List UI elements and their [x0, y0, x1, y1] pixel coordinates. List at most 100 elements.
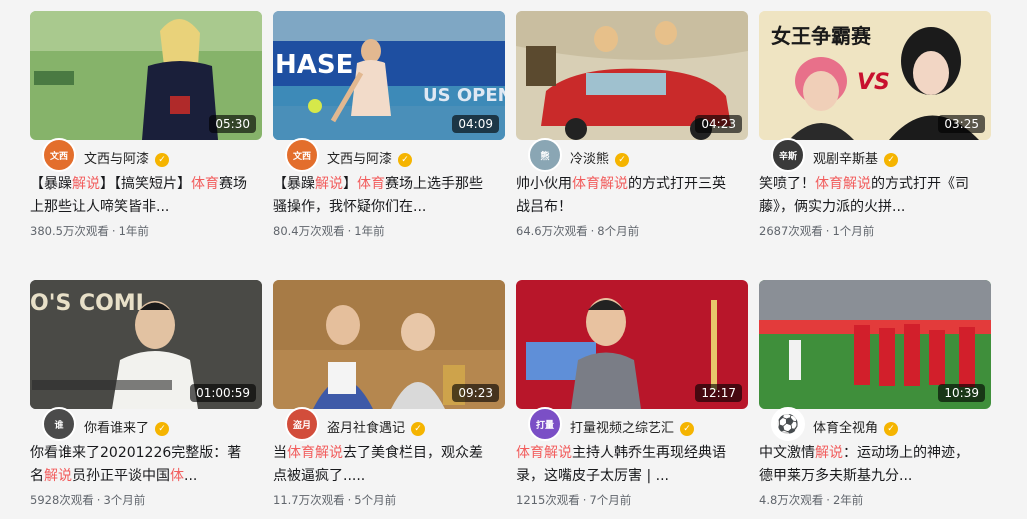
- author-name[interactable]: 观剧辛斯基 ✓: [813, 148, 899, 167]
- title-highlight: 体育解说: [815, 176, 871, 192]
- video-title[interactable]: 笑喷了！体育解说的方式打开《司藤》，俩实力派的火拼...: [759, 173, 979, 219]
- video-stats: 380.5万次观看 · 1年前: [30, 224, 149, 238]
- verified-badge-icon: ✓: [884, 153, 899, 167]
- video-title[interactable]: 你看谁来了20201226完整版：著名解说员孙正平谈中国体...: [30, 442, 250, 488]
- author-name[interactable]: 文西与阿漆 ✓: [327, 148, 413, 167]
- video-card[interactable]: 女王争霸赛 VS 03:25 辛斯 观剧辛斯基 ✓ 笑喷了！体育解说的方式打开《司…: [759, 11, 991, 238]
- author-label: 打量视频之综艺汇: [570, 421, 675, 436]
- title-highlight: 体育: [357, 176, 385, 192]
- author-name[interactable]: 冷淡熊 ✓: [570, 148, 630, 167]
- avatar[interactable]: 谁: [42, 407, 76, 441]
- title-highlight: 体育解说: [572, 176, 628, 192]
- video-thumbnail[interactable]: 10:39: [759, 280, 991, 409]
- video-thumbnail[interactable]: O'S COMI 01:00:59: [30, 280, 262, 409]
- publish-time: 7个月前: [589, 493, 632, 507]
- author-label: 你看谁来了: [84, 421, 150, 436]
- video-thumbnail[interactable]: 女王争霸赛 VS 03:25: [759, 11, 991, 140]
- view-count: 80.4万次观看: [273, 224, 345, 238]
- author-label: 冷淡熊: [570, 152, 610, 167]
- author-label: 文西与阿漆: [327, 152, 393, 167]
- avatar[interactable]: 打量: [528, 407, 562, 441]
- publish-time: 8个月前: [597, 224, 640, 238]
- verified-badge-icon: ✓: [680, 422, 695, 436]
- video-title[interactable]: 【暴躁解说】体育赛场上选手那些骚操作，我怀疑你们在...: [273, 173, 493, 219]
- video-duration: 04:09: [452, 115, 499, 133]
- video-title[interactable]: 当体育解说去了美食栏目，观众差点被逼疯了.....: [273, 442, 493, 488]
- view-count: 2687次观看: [759, 224, 823, 238]
- video-title[interactable]: 中文激情解说：运动场上的神迹，德甲莱万多夫斯基九分...: [759, 442, 979, 488]
- title-segment: 】: [343, 176, 357, 192]
- author-label: 观剧辛斯基: [813, 152, 879, 167]
- thumbnail-text: 女王争霸赛: [771, 24, 872, 48]
- video-card[interactable]: HASE US OPEN 04:09 文西 文西与阿漆 ✓ 【暴躁解说】体育赛场上…: [273, 11, 505, 238]
- title-highlight: 解说: [44, 468, 72, 484]
- title-segment: 】【搞笑短片】: [100, 176, 191, 192]
- video-card[interactable]: 12:17 打量 打量视频之综艺汇 ✓ 体育解说主持人韩乔生再现经典语录，这嘴皮子…: [516, 280, 748, 507]
- avatar-label: 文西: [292, 151, 311, 162]
- video-duration: 10:39: [938, 384, 985, 402]
- publish-time: 1个月前: [832, 224, 875, 238]
- title-highlight: 体育: [191, 176, 219, 192]
- video-duration: 03:25: [938, 115, 985, 133]
- view-count: 5928次观看: [30, 493, 94, 507]
- avatar[interactable]: 熊: [528, 138, 562, 172]
- avatar[interactable]: 辛斯: [771, 138, 805, 172]
- author-label: 体育全视角: [813, 421, 879, 436]
- view-count: 64.6万次观看: [516, 224, 588, 238]
- video-stats: 4.8万次观看 · 2年前: [759, 493, 864, 507]
- author-name[interactable]: 打量视频之综艺汇 ✓: [570, 417, 695, 436]
- thumbnail-text: US OPEN: [423, 85, 505, 106]
- view-count: 11.7万次观看: [273, 493, 345, 507]
- video-title[interactable]: 帅小伙用体育解说的方式打开三英战吕布！: [516, 173, 736, 219]
- verified-badge-icon: ✓: [615, 153, 630, 167]
- author-name[interactable]: 文西与阿漆 ✓: [84, 148, 170, 167]
- view-count: 1215次观看: [516, 493, 580, 507]
- soccer-ball-icon: ⚽: [776, 413, 800, 435]
- video-card[interactable]: 10:39 ⚽ 体育全视角 ✓ 中文激情解说：运动场上的神迹，德甲莱万多夫斯基九分…: [759, 280, 991, 507]
- title-segment: 中文激情: [759, 445, 815, 461]
- video-duration: 05:30: [209, 115, 256, 133]
- video-card[interactable]: 04:23 熊 冷淡熊 ✓ 帅小伙用体育解说的方式打开三英战吕布！ 64.6万次观…: [516, 11, 748, 238]
- video-title[interactable]: 【暴躁解说】【搞笑短片】体育赛场上那些让人啼笑皆非...: [30, 173, 250, 219]
- title-segment: 帅小伙用: [516, 176, 572, 192]
- video-duration: 01:00:59: [190, 384, 256, 402]
- video-title[interactable]: 体育解说主持人韩乔生再现经典语录，这嘴皮子太厉害 | ...: [516, 442, 736, 488]
- publish-time: 1年前: [118, 224, 149, 238]
- view-count: 4.8万次观看: [759, 493, 824, 507]
- publish-time: 2年前: [832, 493, 864, 507]
- title-highlight: 解说: [815, 445, 843, 461]
- author-name[interactable]: 体育全视角 ✓: [813, 417, 899, 436]
- verified-badge-icon: ✓: [398, 153, 413, 167]
- title-highlight: 解说: [72, 176, 100, 192]
- title-segment: 当: [273, 445, 287, 461]
- avatar[interactable]: 文西: [42, 138, 76, 172]
- video-thumbnail[interactable]: HASE US OPEN 04:09: [273, 11, 505, 140]
- publish-time: 1年前: [354, 224, 385, 238]
- title-segment: 【暴躁: [273, 176, 315, 192]
- avatar-label: 打量: [535, 420, 554, 431]
- video-thumbnail[interactable]: 09:23: [273, 280, 505, 409]
- title-highlight: 体育解说: [287, 445, 343, 461]
- video-thumbnail[interactable]: 05:30: [30, 11, 262, 140]
- avatar[interactable]: ⚽: [771, 407, 805, 441]
- thumbnail-text: VS: [857, 70, 890, 95]
- video-stats: 80.4万次观看 · 1年前: [273, 224, 385, 238]
- video-stats: 1215次观看 · 7个月前: [516, 493, 632, 507]
- avatar[interactable]: 文西: [285, 138, 319, 172]
- thumbnail-text: O'S COMI: [30, 291, 144, 316]
- avatar-label: 熊: [540, 151, 550, 162]
- avatar[interactable]: 盗月: [285, 407, 319, 441]
- author-name[interactable]: 盗月社食遇记 ✓: [327, 417, 426, 436]
- avatar-label: 辛斯: [778, 151, 797, 162]
- title-highlight: 体育解说: [516, 445, 572, 461]
- title-segment: 员孙正平谈中国: [72, 468, 170, 484]
- video-stats: 64.6万次观看 · 8个月前: [516, 224, 640, 238]
- video-thumbnail[interactable]: 12:17: [516, 280, 748, 409]
- avatar-label: 文西: [49, 151, 68, 162]
- video-card[interactable]: 09:23 盗月 盗月社食遇记 ✓ 当体育解说去了美食栏目，观众差点被逼疯了...…: [273, 280, 505, 507]
- video-stats: 2687次观看 · 1个月前: [759, 224, 875, 238]
- author-name[interactable]: 你看谁来了 ✓: [84, 417, 170, 436]
- video-card[interactable]: O'S COMI 01:00:59 谁 你看谁来了 ✓ 你看谁来了20201226…: [30, 280, 262, 507]
- video-thumbnail[interactable]: 04:23: [516, 11, 748, 140]
- video-card[interactable]: 05:30 文西 文西与阿漆 ✓ 【暴躁解说】【搞笑短片】体育赛场上那些让人啼笑皆…: [30, 11, 262, 238]
